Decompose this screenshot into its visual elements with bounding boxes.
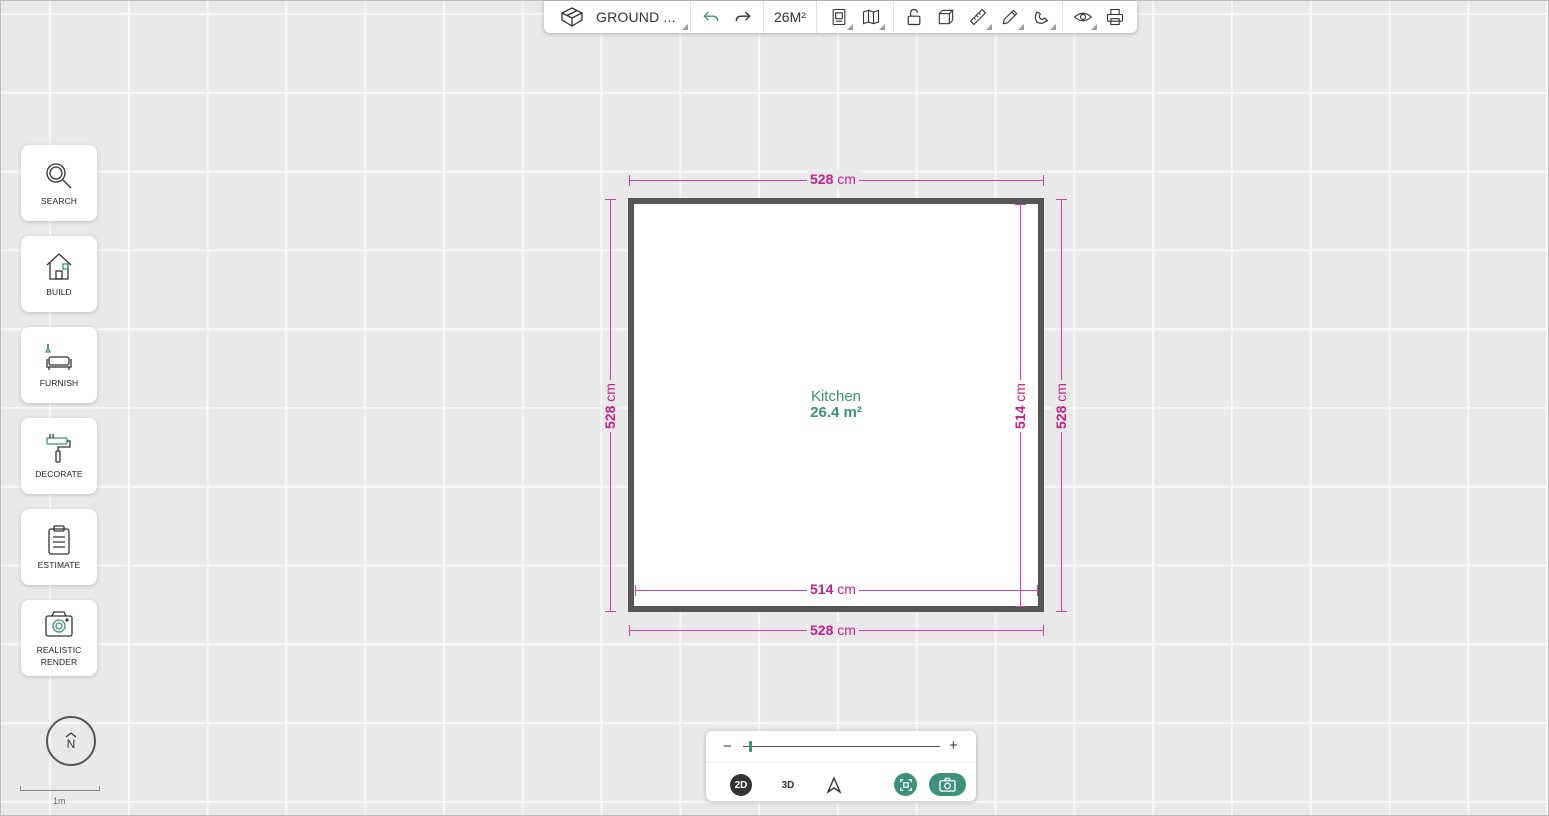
document-button[interactable]: [823, 1, 855, 33]
house-icon: [46, 252, 72, 280]
history-group: [691, 1, 764, 33]
map-button[interactable]: [855, 1, 887, 33]
undo-button[interactable]: [695, 1, 727, 33]
undo-icon: [703, 11, 719, 22]
view-group: [1063, 1, 1135, 33]
floor-group: GROUND ...: [544, 1, 691, 33]
sidebar-item-decorate[interactable]: DECORATE: [21, 418, 97, 494]
magnet-icon: [1034, 11, 1049, 24]
sidebar-item-estimate[interactable]: ESTIMATE: [21, 509, 97, 585]
zoom-control: − +: [706, 731, 976, 763]
navigation-arrow-icon: [826, 776, 842, 794]
fit-screen-icon: [899, 778, 912, 791]
paint-roller-icon: [46, 433, 71, 463]
sofa-icon: [44, 343, 72, 370]
dimension-label-right-inner: 514 cm: [1012, 380, 1028, 432]
print-icon: [1106, 8, 1123, 26]
dimension-label-bottom-inner: 514 cm: [807, 581, 859, 597]
compass-north-label: N: [66, 737, 76, 751]
top-toolbar: GROUND ... 26M²: [544, 1, 1137, 33]
scale-label: 1m: [53, 796, 66, 806]
lock-open-icon: [907, 8, 921, 26]
view-panel: − + 2D 3D: [706, 731, 976, 801]
area-button[interactable]: 26M²: [764, 1, 816, 33]
camera-icon: [939, 777, 956, 792]
tools-group: [894, 1, 1063, 33]
magnet-button[interactable]: [1026, 1, 1058, 33]
dimension-label-top: 528 cm: [807, 171, 859, 187]
clipboard-icon: [48, 524, 70, 555]
sidebar-label-build: BUILD: [46, 286, 72, 297]
sidebar-item-furnish[interactable]: FURNISH: [21, 327, 97, 403]
document-group: [817, 1, 894, 33]
compass-button[interactable]: N: [46, 716, 96, 766]
sidebar-label-realistic-render: REALISTIC RENDER: [36, 644, 82, 667]
walk-mode-button[interactable]: [824, 775, 844, 795]
scale-bar: [20, 786, 100, 791]
zoom-in-button[interactable]: +: [949, 737, 958, 754]
room-name: Kitchen: [810, 388, 862, 405]
dimension-label-right-outer: 528 cm: [1053, 380, 1069, 432]
box-3d-button[interactable]: [930, 1, 962, 33]
dimension-label-bottom-outer: 528 cm: [807, 622, 859, 638]
zoom-slider-thumb[interactable]: [749, 741, 752, 752]
redo-icon: [735, 11, 751, 22]
lock-button[interactable]: [898, 1, 930, 33]
eye-icon: [1073, 12, 1093, 22]
zoom-out-button[interactable]: −: [723, 738, 732, 755]
sidebar-item-build[interactable]: BUILD: [21, 236, 97, 312]
pencil-button[interactable]: [994, 1, 1026, 33]
room-area: 26.4 m²: [810, 404, 862, 421]
dimension-label-left: 528 cm: [602, 380, 618, 432]
area-group: 26M²: [764, 1, 817, 33]
print-button[interactable]: [1099, 1, 1131, 33]
map-icon: [862, 9, 879, 25]
sidebar-label-estimate: ESTIMATE: [37, 559, 81, 570]
sidebar-label-decorate: DECORATE: [35, 468, 83, 479]
floor-selector-button[interactable]: GROUND ...: [544, 1, 690, 33]
box-3d-icon: [938, 9, 954, 25]
document-icon: [832, 8, 846, 26]
sidebar-label-furnish: FURNISH: [39, 377, 79, 388]
floor-label: GROUND ...: [596, 9, 676, 25]
fit-view-button[interactable]: [894, 773, 917, 796]
camera-icon: [45, 610, 73, 637]
zoom-slider-track[interactable]: [743, 746, 940, 747]
mode-3d-button[interactable]: 3D: [776, 774, 800, 796]
redo-button[interactable]: [727, 1, 759, 33]
mode-2d-button[interactable]: 2D: [730, 774, 752, 796]
snapshot-button[interactable]: [929, 773, 966, 796]
search-icon: [46, 162, 72, 188]
ruler-button[interactable]: [962, 1, 994, 33]
pencil-icon: [1002, 9, 1018, 25]
eye-button[interactable]: [1067, 1, 1099, 33]
sidebar-item-realistic-render[interactable]: REALISTIC RENDER: [21, 600, 97, 676]
sidebar-label-search: SEARCH: [40, 195, 78, 206]
cube-icon: [560, 7, 584, 27]
sidebar-item-search[interactable]: SEARCH: [21, 145, 97, 221]
ruler-icon: [969, 8, 987, 26]
